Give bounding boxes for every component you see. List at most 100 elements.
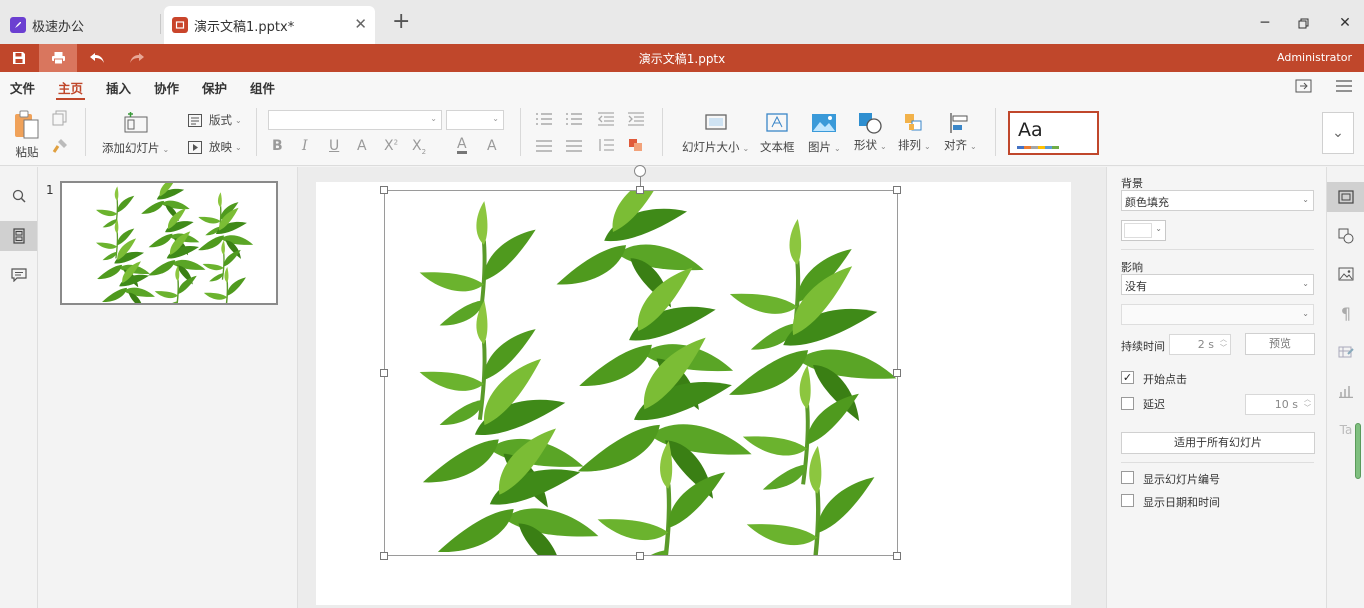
rotate-handle[interactable] xyxy=(634,165,646,177)
resize-handle-top-right[interactable] xyxy=(893,186,901,194)
line-spacing-icon[interactable] xyxy=(598,138,614,155)
shape-fill-icon[interactable] xyxy=(628,138,644,155)
show-slide-number-checkbox[interactable] xyxy=(1121,471,1134,484)
background-color-picker[interactable]: ⌄ xyxy=(1121,220,1166,241)
menu-protect[interactable]: 保护 xyxy=(202,78,227,97)
underline-icon[interactable]: U xyxy=(329,138,339,154)
show-date-time-checkbox[interactable] xyxy=(1121,494,1134,507)
paste-button[interactable]: 粘贴 xyxy=(12,110,42,160)
shape-icon xyxy=(859,113,882,134)
menu-insert[interactable]: 插入 xyxy=(106,78,131,97)
bullet-list-icon[interactable] xyxy=(536,112,554,129)
apply-to-all-slides-button[interactable]: 适用于所有幻灯片 xyxy=(1121,432,1315,454)
format-painter-icon[interactable] xyxy=(52,138,68,157)
image-icon xyxy=(812,114,837,132)
highlight-color-icon[interactable]: A xyxy=(487,138,497,154)
numbered-list-icon[interactable] xyxy=(566,112,584,129)
font-size-select[interactable]: ⌄ xyxy=(446,110,504,130)
user-name[interactable]: Administrator xyxy=(1277,51,1352,64)
theme-expand-button[interactable]: ⌄ xyxy=(1322,112,1354,154)
background-fill-select[interactable]: 颜色填充 ⌄ xyxy=(1121,190,1314,211)
subscript-icon[interactable]: X2 xyxy=(412,138,426,156)
resize-handle-top[interactable] xyxy=(636,186,644,194)
textbox-button[interactable]: 文本框 xyxy=(760,113,795,155)
image-settings-icon[interactable] xyxy=(1327,259,1364,289)
left-sidebar xyxy=(0,167,38,608)
close-window-icon[interactable]: ✕ xyxy=(1330,10,1360,36)
table-settings-icon[interactable] xyxy=(1327,337,1364,367)
tab-document-label: 演示文稿1.pptx* xyxy=(194,19,295,35)
presentation-icon xyxy=(172,17,188,33)
show-slide-number-label: 显示幻灯片编号 xyxy=(1143,473,1220,486)
effect-option-select[interactable]: ⌄ xyxy=(1121,304,1314,325)
align-left-icon[interactable] xyxy=(536,140,554,155)
tab-home[interactable]: 极速办公 xyxy=(10,6,158,44)
superscript-icon[interactable]: X2 xyxy=(384,138,398,154)
restore-icon[interactable] xyxy=(1288,10,1318,36)
align-button[interactable]: 对齐 ⌄ xyxy=(944,111,977,153)
menu-collaborate[interactable]: 协作 xyxy=(154,78,179,97)
comments-icon[interactable] xyxy=(0,260,37,290)
align-center-icon[interactable] xyxy=(566,140,584,155)
effect-select[interactable]: 没有 ⌄ xyxy=(1121,274,1314,295)
tab-document[interactable]: 演示文稿1.pptx* ✕ xyxy=(164,6,375,44)
arrange-button[interactable]: 排列 ⌄ xyxy=(898,111,931,153)
font-color-icon[interactable]: A xyxy=(457,137,467,154)
tea-leaves-thumbnail-image xyxy=(62,183,276,303)
delay-checkbox[interactable] xyxy=(1121,397,1134,410)
chart-settings-icon[interactable] xyxy=(1327,376,1364,406)
textbox-icon xyxy=(766,113,788,132)
image-button[interactable]: 图片 ⌄ xyxy=(808,113,841,155)
duration-input[interactable]: 2 s ︿ ﹀ xyxy=(1169,334,1231,355)
resize-handle-bottom-right[interactable] xyxy=(893,552,901,560)
resize-handle-top-left[interactable] xyxy=(380,186,388,194)
divider xyxy=(520,108,521,156)
duration-spinner-icon[interactable]: ︿ ﹀ xyxy=(1220,335,1227,353)
paragraph-settings-icon[interactable]: ¶ xyxy=(1327,298,1364,328)
slide-size-button[interactable]: 幻灯片大小 ⌄ xyxy=(682,113,749,155)
resize-handle-right[interactable] xyxy=(893,369,901,377)
panel-scrollbar[interactable] xyxy=(1355,423,1361,479)
font-family-select[interactable]: ⌄ xyxy=(268,110,442,130)
increase-indent-icon[interactable] xyxy=(628,112,644,129)
delay-label: 延迟 xyxy=(1143,398,1165,411)
slides-panel-icon[interactable] xyxy=(0,221,37,251)
shape-button[interactable]: 形状 ⌄ xyxy=(854,111,887,153)
preview-button[interactable]: 预览 xyxy=(1245,333,1315,355)
decrease-indent-icon[interactable] xyxy=(598,112,614,129)
divider xyxy=(256,108,257,156)
layout-button[interactable]: 版式 ⌄ xyxy=(188,112,242,128)
slide-canvas[interactable] xyxy=(316,165,1071,605)
close-tab-icon[interactable]: ✕ xyxy=(354,15,367,33)
bold-icon[interactable]: B xyxy=(272,138,283,154)
slide-size-label: 幻灯片大小 xyxy=(682,140,740,154)
search-icon[interactable] xyxy=(0,181,37,211)
minimize-icon[interactable]: ─ xyxy=(1250,10,1280,36)
hamburger-menu-icon[interactable] xyxy=(1336,80,1352,95)
shape-settings-icon[interactable] xyxy=(1327,221,1364,251)
resize-handle-bottom-left[interactable] xyxy=(380,552,388,560)
resize-handle-bottom[interactable] xyxy=(636,552,644,560)
slide-thumbnail-pane: 1 xyxy=(38,167,298,608)
start-on-click-checkbox[interactable]: ✓ xyxy=(1121,371,1134,384)
slide-thumbnail[interactable] xyxy=(60,181,278,305)
play-button[interactable]: 放映 ⌄ xyxy=(188,139,242,155)
theme-preview[interactable]: Aa xyxy=(1008,111,1099,155)
delay-spinner-icon[interactable]: ︿ ﹀ xyxy=(1304,395,1311,413)
copy-icon[interactable] xyxy=(52,110,68,129)
arrange-icon xyxy=(905,114,922,131)
rocket-icon xyxy=(10,17,26,33)
slide-settings-icon[interactable] xyxy=(1327,182,1364,212)
arrange-label: 排列 xyxy=(898,138,921,152)
delay-input[interactable]: 10 s ︿ ﹀ xyxy=(1245,394,1315,415)
menu-components[interactable]: 组件 xyxy=(250,78,275,97)
add-slide-button[interactable]: 添加幻灯片 ⌄ xyxy=(102,112,169,156)
italic-icon[interactable]: I xyxy=(302,138,308,154)
new-tab-button[interactable]: + xyxy=(392,9,410,34)
menu-file[interactable]: 文件 xyxy=(10,78,35,97)
resize-handle-left[interactable] xyxy=(380,369,388,377)
strikethrough-icon[interactable]: A xyxy=(357,138,367,154)
open-location-icon[interactable] xyxy=(1295,79,1312,96)
menu-home[interactable]: 主页 xyxy=(55,78,86,100)
selected-image[interactable] xyxy=(380,165,901,556)
